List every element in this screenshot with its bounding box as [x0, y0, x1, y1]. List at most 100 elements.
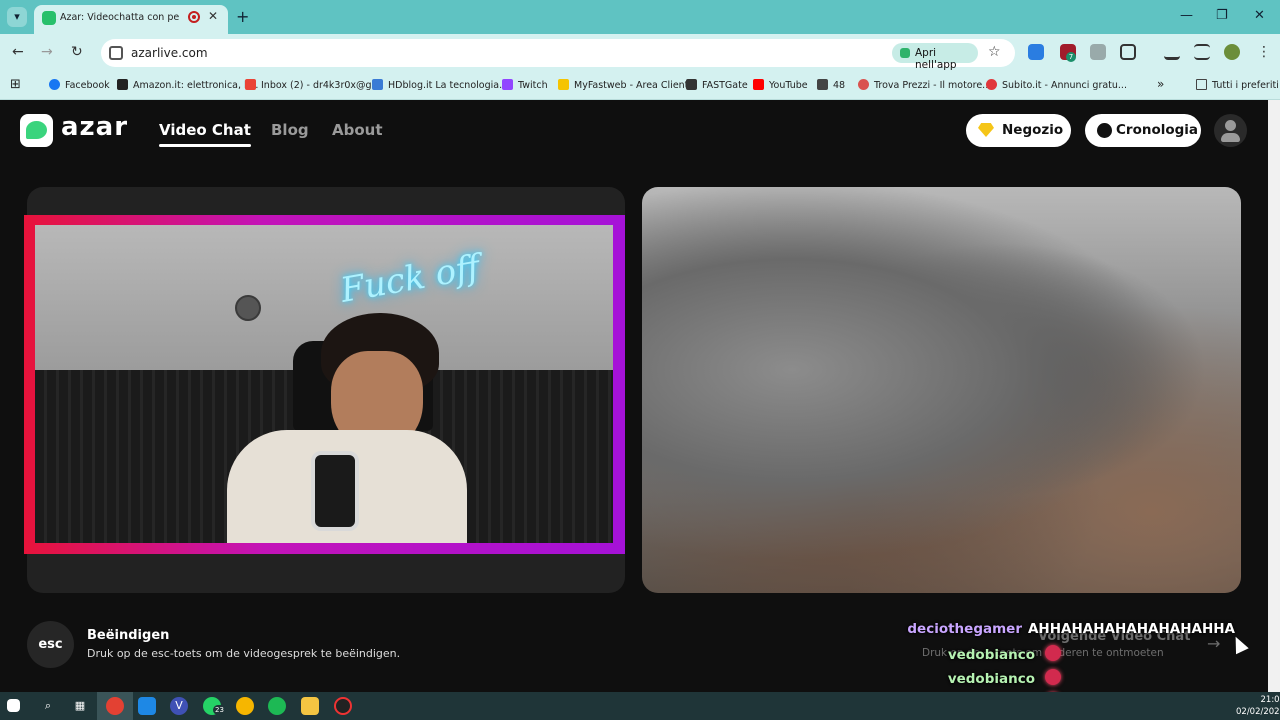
diamond-icon	[978, 123, 994, 137]
url-text: azarlive.com	[131, 46, 208, 60]
nav-video-chat[interactable]: Video Chat	[159, 121, 251, 147]
open-in-app-button[interactable]: Apri nell'app	[892, 43, 978, 71]
back-button[interactable]: ←	[12, 44, 24, 60]
chat-username: vedobianco	[947, 647, 1035, 663]
forward-button[interactable]: →	[41, 44, 53, 60]
clock-icon	[1097, 123, 1112, 138]
whatsapp-badge: 23	[213, 705, 226, 715]
open-in-app-label: Apri nell'app	[915, 47, 957, 71]
heart-gift-icon	[1045, 645, 1061, 661]
bookmark-star-icon[interactable]: ☆	[988, 44, 1001, 60]
camera-feed: Fuck off	[35, 225, 613, 543]
page-scrollbar[interactable]	[1268, 100, 1280, 692]
browser-toolbar: ← → ↻ azarlive.com Apri nell'app ☆	[0, 34, 1280, 72]
task-view-icon[interactable]: ▦	[71, 697, 89, 715]
profile-avatar-icon[interactable]	[1224, 44, 1240, 60]
chat-text: AHHAHAHAHAHAHAHAHHA	[1027, 621, 1235, 637]
bookmark-fastweb[interactable]: MyFastweb - Area Client...	[558, 79, 697, 91]
site-info-icon[interactable]	[109, 46, 123, 60]
user-avatar-icon[interactable]	[1214, 114, 1247, 147]
nav-blog[interactable]: Blog	[271, 121, 309, 139]
esc-key-button[interactable]: esc	[27, 621, 74, 668]
bookmark-trovaprezzi[interactable]: Trova Prezzi - Il motore...	[858, 79, 991, 91]
search-icon[interactable]: ⌕	[39, 697, 57, 715]
chat-username: deciothegamer	[907, 621, 1022, 637]
bookmark-label: Tutti i preferiti	[1212, 80, 1279, 91]
store-icon[interactable]	[138, 697, 156, 715]
azar-logo-text[interactable]: azar	[61, 112, 128, 142]
bookmark-label: HDblog.it La tecnologia...	[388, 80, 509, 91]
whatsapp-icon[interactable]: 23	[203, 697, 226, 715]
bookmark-label: Amazon.it: elettronica, li...	[133, 80, 259, 91]
apps-grid-icon[interactable]: ⊞	[10, 77, 21, 92]
extension-badge-icon[interactable]: 7	[1060, 44, 1076, 62]
spotify-icon[interactable]	[268, 697, 286, 715]
chrome-icon[interactable]	[106, 697, 124, 715]
chat-message: vedobianco	[948, 645, 1061, 663]
bookmark-label: YouTube	[769, 80, 808, 91]
shop-button[interactable]: Negozio	[966, 114, 1071, 147]
bookmark-hdblog[interactable]: HDblog.it La tecnologia...	[372, 79, 508, 91]
close-window-button[interactable]: ✕	[1254, 8, 1265, 23]
heart-gift-icon	[1045, 669, 1061, 685]
reading-list-icon[interactable]	[1194, 44, 1210, 60]
fastweb-icon	[558, 79, 569, 90]
bookmark-facebook[interactable]: Facebook	[49, 79, 110, 91]
download-icon[interactable]	[1164, 44, 1180, 60]
all-bookmarks-folder[interactable]: Tutti i preferiti	[1196, 79, 1279, 91]
bookmark-label: Facebook	[65, 80, 110, 91]
1001-icon	[817, 79, 828, 90]
browser-tab-strip: ▾ Azar: Videochatta con persone n ✕ + — …	[0, 0, 1280, 34]
browser-menu-icon[interactable]: ⋮	[1256, 44, 1272, 60]
file-explorer-icon[interactable]	[301, 697, 319, 715]
youtube-icon	[753, 79, 764, 90]
camera-feed-frame: Fuck off	[24, 215, 625, 554]
minimize-window-button[interactable]: —	[1180, 8, 1193, 23]
bookmark-label: Inbox (2) - dr4k3r0x@g...	[261, 80, 381, 91]
hdblog-icon	[372, 79, 383, 90]
new-tab-button[interactable]: +	[236, 7, 249, 26]
active-tab[interactable]: Azar: Videochatta con persone n ✕	[34, 5, 228, 34]
media-icon[interactable]	[1090, 44, 1106, 60]
bookmarks-bar: ⊞ Facebook Amazon.it: elettronica, li...…	[0, 72, 1280, 100]
bookmark-twitch[interactable]: Twitch	[502, 79, 548, 91]
chat-message: vedobianco	[948, 669, 1061, 687]
vivaldi-icon[interactable]: V	[170, 697, 188, 715]
clock-date: 02/02/2026	[1236, 707, 1280, 717]
address-bar[interactable]: azarlive.com Apri nell'app ☆	[101, 39, 1015, 71]
extensions-puzzle-icon[interactable]	[1120, 44, 1136, 60]
subito-icon	[986, 79, 997, 90]
wall-clock	[235, 295, 261, 321]
tab-title: Azar: Videochatta con persone n	[60, 12, 180, 23]
azar-logo-icon[interactable]	[20, 114, 53, 147]
nav-about[interactable]: About	[332, 121, 383, 139]
azar-favicon-icon	[42, 11, 56, 25]
bookmark-gmail[interactable]: Inbox (2) - dr4k3r0x@g...	[245, 79, 381, 91]
extension-icon[interactable]	[1028, 44, 1044, 60]
bookmark-youtube[interactable]: YouTube	[753, 79, 808, 91]
maximize-window-button[interactable]: ❐	[1216, 8, 1228, 23]
tab-search-button[interactable]: ▾	[7, 7, 27, 27]
end-chat-title: Beëindigen	[87, 628, 170, 643]
system-clock[interactable]: 21:02 02/02/2026	[1236, 694, 1280, 718]
obs-icon[interactable]	[334, 697, 352, 715]
fastgate-icon	[686, 79, 697, 90]
bookmark-label: Trova Prezzi - Il motore...	[874, 80, 992, 91]
weather-icon[interactable]	[236, 697, 254, 715]
azar-page: azar Video Chat Blog About Negozio Crono…	[0, 100, 1268, 710]
bookmark-label: Subito.it - Annunci gratu...	[1002, 80, 1127, 91]
more-bookmarks-icon[interactable]: »	[1157, 77, 1164, 91]
bookmark-amazon[interactable]: Amazon.it: elettronica, li...	[117, 79, 258, 91]
amazon-icon	[117, 79, 128, 90]
folder-icon	[1196, 79, 1207, 90]
close-tab-icon[interactable]: ✕	[208, 9, 218, 23]
facebook-icon	[49, 79, 60, 90]
bookmark-1001[interactable]: 48	[817, 79, 845, 91]
history-button[interactable]: Cronologia	[1085, 114, 1201, 147]
bookmark-fastgate[interactable]: FASTGate	[686, 79, 748, 91]
bookmark-subito[interactable]: Subito.it - Annunci gratu...	[986, 79, 1127, 91]
twitch-icon	[502, 79, 513, 90]
reload-button[interactable]: ↻	[71, 44, 83, 60]
windows-start-icon[interactable]	[7, 699, 20, 712]
bookmark-label: 48	[833, 80, 846, 91]
